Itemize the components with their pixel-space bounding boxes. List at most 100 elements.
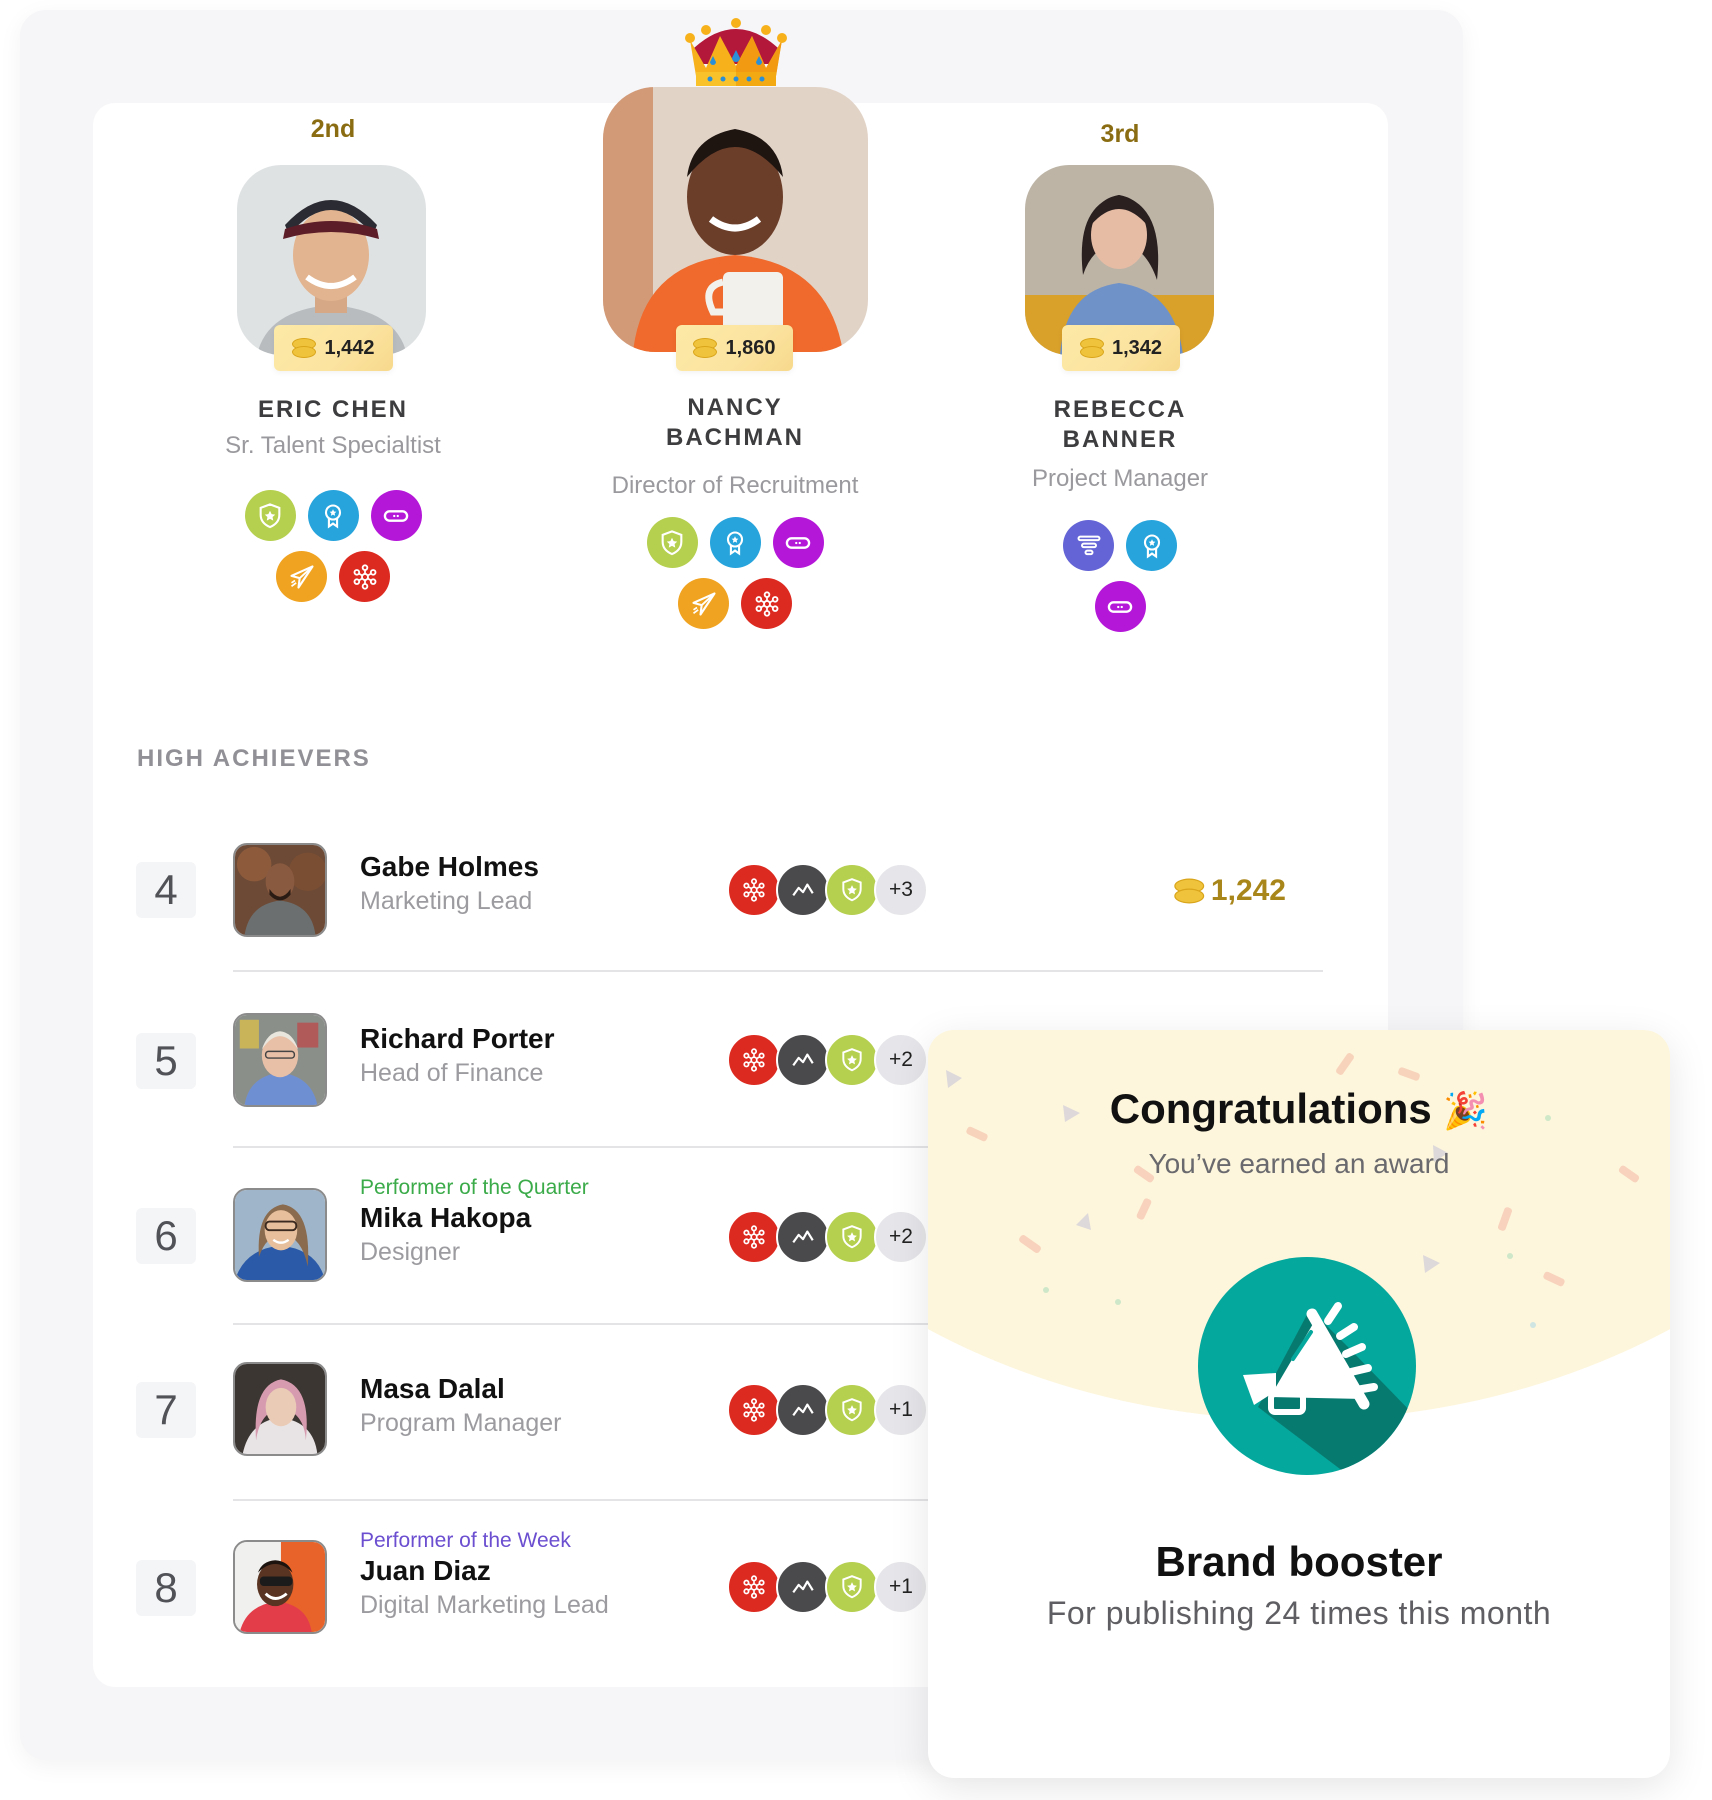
podium-title: Director of Recruitment: [611, 472, 859, 499]
rank-number: 5: [136, 1033, 196, 1089]
achiever-name[interactable]: Gabe Holmes: [360, 850, 539, 884]
place-label: 2nd: [310, 115, 356, 143]
achiever-title: Head of Finance: [360, 1059, 544, 1087]
achiever-row[interactable]: 4 Gabe Holmes Marketing Lead +3 1,242: [136, 830, 1326, 950]
badge-stack[interactable]: +1: [727, 1560, 928, 1614]
points-value: 1,860: [725, 336, 776, 359]
chat-pill-badge-icon[interactable]: [772, 517, 824, 568]
podium-name: REBECCA BANNER: [970, 395, 1270, 455]
row-text: Gabe Holmes Marketing Lead: [360, 850, 539, 918]
podium-name-line: REBECCA: [1053, 396, 1187, 423]
row-text: Richard Porter Head of Finance: [360, 1022, 555, 1090]
shield-star-badge-icon: [825, 1033, 879, 1087]
shield-star-badge-icon: [825, 863, 879, 917]
row-divider: [233, 1499, 933, 1501]
more-badges-count[interactable]: +1: [874, 1560, 928, 1614]
row-divider: [233, 1323, 933, 1325]
avatar: [233, 1362, 327, 1456]
points-value: 1,442: [324, 336, 375, 359]
row-divider: [233, 970, 1323, 972]
avatar: [233, 1013, 327, 1107]
achiever-name[interactable]: Mika Hakopa: [360, 1201, 589, 1235]
avatar: [233, 1540, 327, 1634]
network-badge-icon: [727, 1383, 781, 1437]
network-badge-icon[interactable]: [339, 551, 390, 602]
points-value: 1,242: [1210, 874, 1286, 907]
award-label: Performer of the Quarter: [360, 1176, 589, 1199]
podium-title: Project Manager: [1031, 465, 1209, 492]
ribbon-award-badge-icon[interactable]: [1126, 520, 1177, 571]
more-badges-count[interactable]: +2: [874, 1033, 928, 1087]
achiever-name[interactable]: Juan Diaz: [360, 1554, 609, 1588]
trend-badge-icon: [776, 1210, 830, 1264]
more-badges-count[interactable]: +3: [874, 863, 928, 917]
more-badges-count[interactable]: +1: [874, 1383, 928, 1437]
points-badge: 1,860: [676, 325, 793, 371]
achiever-title: Digital Marketing Lead: [360, 1591, 609, 1619]
avatar-nancy-bachman: [603, 87, 868, 352]
award-notification-card[interactable]: Congratulations 🎉 You’ve earned an award…: [928, 1030, 1670, 1778]
badge-grid: [585, 517, 885, 629]
badge-grid: [183, 490, 483, 602]
achiever-name[interactable]: Richard Porter: [360, 1022, 555, 1056]
shield-star-badge-icon: [825, 1383, 879, 1437]
award-label: Performer of the Week: [360, 1529, 571, 1552]
award-description: For publishing 24 times this month: [1046, 1595, 1552, 1631]
crown-icon: [685, 18, 787, 86]
row-text: Performer of the Week Juan Diaz Digital …: [360, 1528, 609, 1622]
funnel-badge-icon[interactable]: [1063, 520, 1114, 571]
row-text: Performer of the Quarter Mika Hakopa Des…: [360, 1175, 589, 1269]
avatar: [233, 843, 327, 937]
podium-third-place[interactable]: 3rd 1,342 REBECCA BANNER Project Manager: [970, 110, 1270, 650]
network-badge-icon: [727, 1560, 781, 1614]
more-badges-count[interactable]: +2: [874, 1210, 928, 1264]
rank-number: 7: [136, 1382, 196, 1438]
badge-stack[interactable]: +1: [727, 1383, 928, 1437]
shield-star-badge-icon[interactable]: [646, 517, 698, 568]
coins-icon: [292, 338, 317, 358]
network-badge-icon: [727, 1033, 781, 1087]
points-badge: 1,442: [274, 325, 393, 371]
podium-name: ERIC CHEN: [257, 396, 408, 423]
podium-name-line: BANNER: [1062, 426, 1178, 453]
ribbon-award-badge-icon[interactable]: [709, 517, 761, 568]
trend-badge-icon: [776, 1560, 830, 1614]
award-heading-text: Congratulations: [1109, 1085, 1432, 1132]
podium-second-place[interactable]: 2nd 1,442 ERIC CHEN Sr. Talent Specialti…: [183, 110, 483, 610]
badge-stack[interactable]: +2: [727, 1033, 928, 1087]
podium-name-line: BACHMAN: [666, 424, 804, 451]
network-badge-icon: [727, 1210, 781, 1264]
rank-number: 6: [136, 1208, 196, 1264]
shield-star-badge-icon[interactable]: [244, 490, 296, 541]
points-badge: 1,342: [1062, 325, 1180, 371]
shield-star-badge-icon: [825, 1560, 879, 1614]
avatar: [233, 1188, 327, 1282]
chat-pill-badge-icon[interactable]: [1094, 581, 1146, 632]
achiever-title: Designer: [360, 1238, 461, 1266]
row-divider: [233, 1146, 933, 1148]
badge-stack[interactable]: +3: [727, 863, 928, 917]
ribbon-award-badge-icon[interactable]: [307, 490, 359, 541]
trend-badge-icon: [776, 1383, 830, 1437]
coins-icon: [1079, 338, 1104, 358]
shield-star-badge-icon: [825, 1210, 879, 1264]
rank-number: 8: [136, 1560, 196, 1616]
achiever-title: Program Manager: [360, 1409, 562, 1437]
podium-first-place[interactable]: 1,860 NANCY BACHMAN Director of Recruitm…: [585, 87, 885, 647]
points-value: 1,342: [1111, 336, 1163, 359]
paper-plane-badge-icon[interactable]: [678, 578, 729, 629]
podium-title: Sr. Talent Specialtist: [225, 432, 441, 459]
section-title-high-achievers: HIGH ACHIEVERS: [137, 745, 371, 772]
paper-plane-badge-icon[interactable]: [276, 551, 327, 602]
achiever-name[interactable]: Masa Dalal: [360, 1372, 561, 1406]
chat-pill-badge-icon[interactable]: [370, 490, 422, 541]
row-text: Masa Dalal Program Manager: [360, 1372, 561, 1440]
trend-badge-icon: [776, 863, 830, 917]
network-badge-icon[interactable]: [741, 578, 792, 629]
badge-stack[interactable]: +2: [727, 1210, 928, 1264]
rank-number: 4: [136, 862, 196, 918]
podium-name: NANCY BACHMAN: [585, 393, 885, 453]
podium-name-line: NANCY: [687, 394, 783, 421]
achiever-title: Marketing Lead: [360, 887, 533, 915]
network-badge-icon: [727, 863, 781, 917]
